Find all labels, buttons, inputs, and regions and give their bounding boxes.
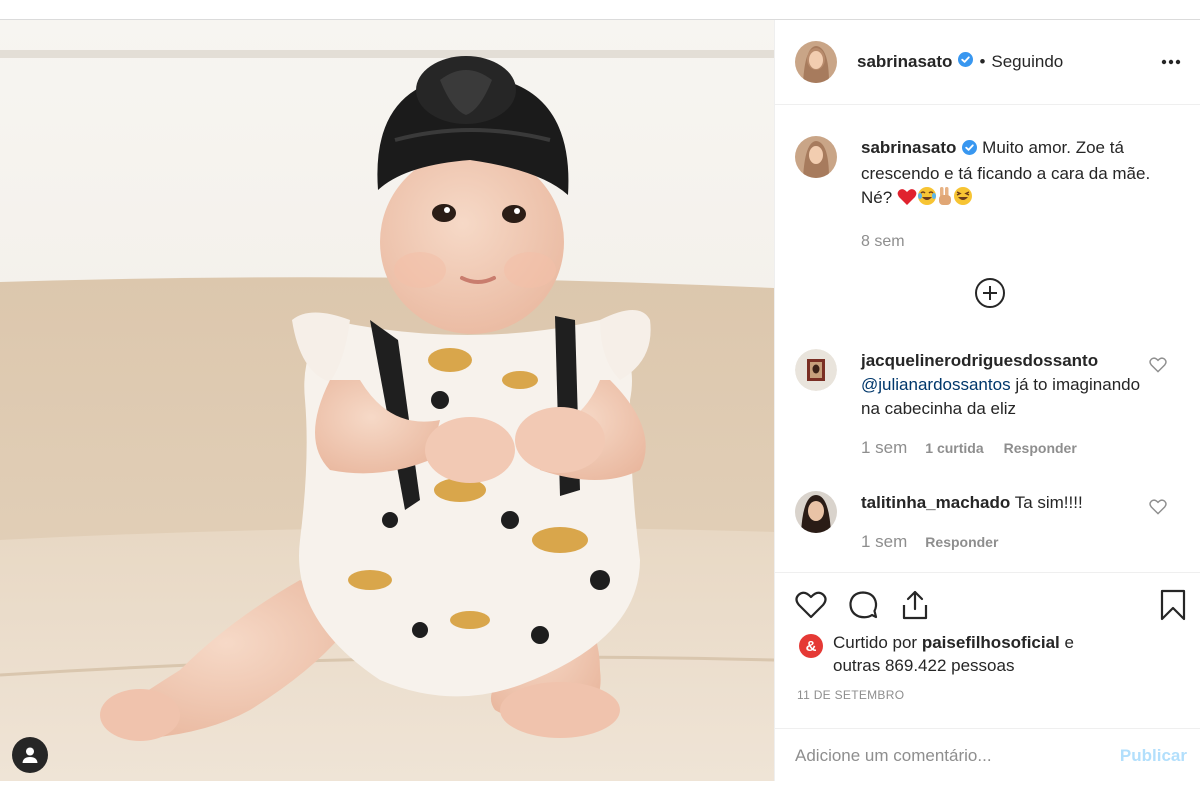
comments-section: sabrinasato Muito amor. Zoe tá crescendo… — [775, 106, 1200, 572]
comment-text: Ta sim!!!! — [1014, 493, 1083, 512]
profile-avatar-icon — [795, 349, 837, 391]
post-date[interactable]: 11 DE SETEMBRO — [797, 688, 904, 702]
red-heart-icon — [897, 188, 917, 213]
laughing-face-icon — [953, 186, 973, 213]
verified-badge-icon — [962, 138, 978, 162]
header-separator: • — [979, 52, 986, 71]
joy-face-icon — [917, 186, 937, 213]
reply-button[interactable]: Responder — [1004, 440, 1077, 456]
commenter-avatar[interactable] — [795, 491, 837, 533]
commenter-username[interactable]: talitinha_machado — [861, 493, 1010, 512]
author-username[interactable]: sabrinasato — [857, 52, 952, 72]
likes-prefix: Curtido por — [833, 633, 918, 652]
comment-bubble-icon — [849, 591, 878, 619]
following-button[interactable]: Seguindo — [991, 52, 1063, 72]
like-button[interactable] — [793, 587, 829, 623]
comment-text-block: jacquelinerodriguesdossanto @julianardos… — [861, 349, 1146, 421]
likes-connector: e — [1064, 633, 1074, 652]
likes-others-link[interactable]: outras 869.422 pessoas — [833, 656, 1014, 675]
likes-summary: & Curtido por paisefilhosoficial e outra… — [799, 631, 1189, 677]
caption-text-block: sabrinasato Muito amor. Zoe tá crescendo… — [861, 136, 1185, 254]
comment-button[interactable] — [845, 587, 881, 623]
like-comment-button[interactable] — [1149, 357, 1167, 378]
reply-button[interactable]: Responder — [925, 534, 998, 550]
post-side-panel: sabrinasato • Seguindo sabrinasato Muito… — [774, 20, 1200, 781]
load-more-comments-button[interactable] — [973, 276, 1007, 310]
post-container: sabrinasato • Seguindo sabrinasato Muito… — [0, 19, 1200, 781]
comment-timestamp[interactable]: 1 sem — [861, 438, 907, 458]
author-avatar[interactable] — [795, 41, 837, 83]
heart-outline-icon — [1149, 499, 1167, 515]
commenter-username[interactable]: jacquelinerodriguesdossanto — [861, 351, 1098, 370]
more-dots-icon — [1161, 59, 1181, 65]
heart-outline-icon — [1149, 357, 1167, 373]
caption-username[interactable]: sabrinasato — [861, 138, 956, 157]
comment-likes-count[interactable]: 1 curtida — [925, 440, 983, 456]
comment-text-block: talitinha_machado Ta sim!!!! — [861, 491, 1146, 515]
comment-timestamp[interactable]: 1 sem — [861, 532, 907, 552]
bookmark-icon — [1160, 589, 1186, 621]
post-photo[interactable] — [0, 20, 774, 781]
user-icon — [22, 747, 38, 763]
verified-badge-icon — [958, 52, 974, 72]
comment-mention[interactable]: @julianardossantos — [861, 375, 1011, 394]
victory-hand-icon — [937, 186, 953, 213]
caption-avatar[interactable] — [795, 136, 837, 178]
share-button[interactable] — [897, 587, 933, 623]
plus-circle-icon — [975, 278, 1005, 308]
profile-avatar-icon — [795, 136, 837, 178]
tagged-users-button[interactable] — [12, 737, 48, 773]
profile-avatar-icon — [795, 491, 837, 533]
more-options-button[interactable] — [1155, 46, 1187, 78]
comment-meta: 1 sem Responder — [861, 532, 1185, 552]
profile-avatar-icon — [795, 41, 837, 83]
comment-meta: 1 sem 1 curtida Responder — [861, 438, 1185, 458]
caption: sabrinasato Muito amor. Zoe tá crescendo… — [795, 136, 1185, 254]
post-header: sabrinasato • Seguindo — [775, 20, 1200, 105]
commenter-avatar[interactable] — [795, 349, 837, 391]
likes-text: Curtido por paisefilhosoficial e outras … — [833, 631, 1189, 677]
save-button[interactable] — [1155, 587, 1191, 623]
like-comment-button[interactable] — [1149, 499, 1167, 520]
baby-photo-illustration — [0, 20, 774, 781]
liker-username[interactable]: paisefilhosoficial — [922, 633, 1060, 652]
share-icon — [902, 590, 928, 620]
comment-item: jacquelinerodriguesdossanto @julianardos… — [795, 349, 1185, 458]
liker-avatar[interactable]: & — [799, 634, 823, 658]
comment-input[interactable] — [795, 745, 1120, 766]
heart-icon — [795, 591, 827, 619]
post-actions: & Curtido por paisefilhosoficial e outra… — [775, 572, 1200, 781]
comment-item: talitinha_machado Ta sim!!!! 1 sem Respo… — [795, 491, 1185, 552]
caption-timestamp[interactable]: 8 sem — [861, 230, 1185, 254]
publish-button[interactable]: Publicar — [1120, 746, 1187, 766]
add-comment-bar: Publicar — [775, 728, 1200, 782]
